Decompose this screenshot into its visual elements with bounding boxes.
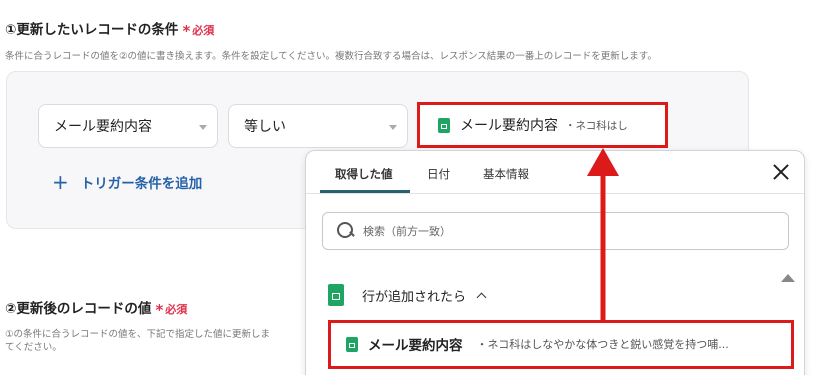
option-item-label: メール要約内容 xyxy=(368,338,463,354)
search-input[interactable]: 検索（前方一致） xyxy=(322,212,789,250)
required-badge: * 必須 xyxy=(182,22,215,40)
tab-acquired-values[interactable]: 取得した値 xyxy=(335,166,393,182)
value-preview: ・ネコ科はし xyxy=(565,119,628,132)
add-trigger-label: トリガー条件を追加 xyxy=(80,176,203,192)
search-icon xyxy=(337,222,355,240)
caret-down-icon xyxy=(389,125,397,130)
trigger-group-header[interactable]: 行が追加されたら xyxy=(328,284,487,306)
section2-title: ②更新後のレコードの値 * 必須 xyxy=(5,297,187,319)
value-pill[interactable]: メール要約内容 ・ネコ科はし xyxy=(438,111,653,139)
field-select[interactable]: メール要約内容 xyxy=(38,104,218,148)
sheets-icon xyxy=(438,117,450,133)
section2-description-line2: てください。 xyxy=(5,342,62,353)
section2-description-line1: ①の条件に合うレコードの値を、下記で指定した値に更新しま xyxy=(5,329,271,340)
sheets-icon xyxy=(328,284,344,306)
tab-date[interactable]: 日付 xyxy=(427,166,450,182)
section1-title: ①更新したいレコードの条件 * 必須 xyxy=(5,18,214,40)
value-label: メール要約内容 xyxy=(460,118,558,134)
sheets-icon xyxy=(346,336,358,352)
option-item-email-summary[interactable]: メール要約内容 ・ネコ科はしなやかな体つきと鋭い感覚を持つ哺... xyxy=(328,320,794,369)
dropdown-tabs: 取得した値 日付 基本情報 xyxy=(306,151,804,194)
scroll-up-icon[interactable] xyxy=(781,274,795,282)
close-icon[interactable] xyxy=(772,163,790,181)
field-select-value: メール要約内容 xyxy=(54,119,152,135)
section1-description: 条件に合うレコードの値を②の値に書き換えます。条件を設定してください。複数行合致… xyxy=(5,51,657,62)
group-label: 行が追加されたら xyxy=(362,289,467,305)
section1-title-text: ①更新したいレコードの条件 xyxy=(5,22,179,38)
operator-select[interactable]: 等しい xyxy=(228,104,408,148)
chevron-up-icon xyxy=(476,292,487,302)
operator-select-value: 等しい xyxy=(244,119,286,135)
value-field[interactable]: メール要約内容 ・ネコ科はし xyxy=(417,102,668,148)
tab-basic-info[interactable]: 基本情報 xyxy=(483,166,529,182)
plus-icon: + xyxy=(52,170,69,194)
active-tab-indicator xyxy=(320,190,410,193)
required-badge: * 必須 xyxy=(155,301,188,319)
section2-title-text: ②更新後のレコードの値 xyxy=(5,301,152,317)
add-trigger-button[interactable]: + トリガー条件を追加 xyxy=(52,172,202,192)
option-item-preview: ・ネコ科はしなやかな体つきと鋭い感覚を持つ哺... xyxy=(476,338,729,351)
search-placeholder: 検索（前方一致） xyxy=(363,225,451,238)
option-item-content: メール要約内容 ・ネコ科はしなやかな体つきと鋭い感覚を持つ哺... xyxy=(346,334,786,354)
caret-down-icon xyxy=(199,125,207,130)
